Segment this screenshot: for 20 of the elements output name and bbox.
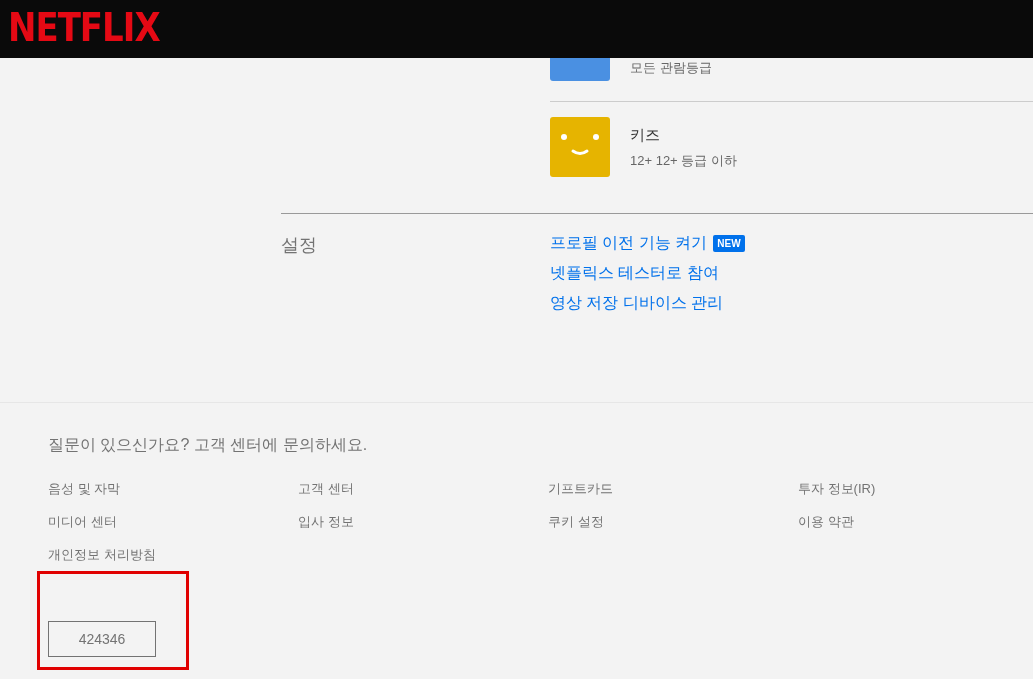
footer-link[interactable]: 기프트카드 — [548, 479, 613, 498]
footer-link[interactable]: 입사 정보 — [298, 512, 354, 531]
profile-rating: 12+ 12+ 등급 이하 — [630, 151, 737, 170]
footer-link[interactable]: 이용 약관 — [798, 512, 854, 531]
settings-link[interactable]: 넷플릭스 테스터로 참여 — [550, 262, 719, 284]
footer-link[interactable]: 개인정보 처리방침 — [48, 545, 156, 564]
footer-link[interactable]: 음성 및 자막 — [48, 479, 121, 498]
section-title: 설정 — [281, 234, 318, 257]
settings-link[interactable]: 영상 저장 디바이스 관리 — [550, 292, 724, 314]
new-badge: NEW — [713, 234, 745, 252]
netflix-logo[interactable]: NETFLIX — [8, 0, 160, 57]
footer-question: 질문이 있으신가요? 고객 센터에 문의하세요. — [48, 435, 369, 455]
footer-link[interactable]: 투자 정보(IR) — [798, 479, 876, 498]
footer-link[interactable]: 미디어 센터 — [48, 512, 117, 531]
service-code-button[interactable]: 424346 — [48, 621, 156, 657]
footer-link[interactable]: 고객 센터 — [298, 479, 354, 498]
profile-rating: 모든 관람등급 — [630, 59, 712, 77]
footer-link[interactable]: 쿠키 설정 — [548, 512, 604, 531]
profile-name: 키즈 — [630, 125, 661, 145]
settings-link[interactable]: 프로필 이전 기능 켜기 — [550, 232, 708, 254]
